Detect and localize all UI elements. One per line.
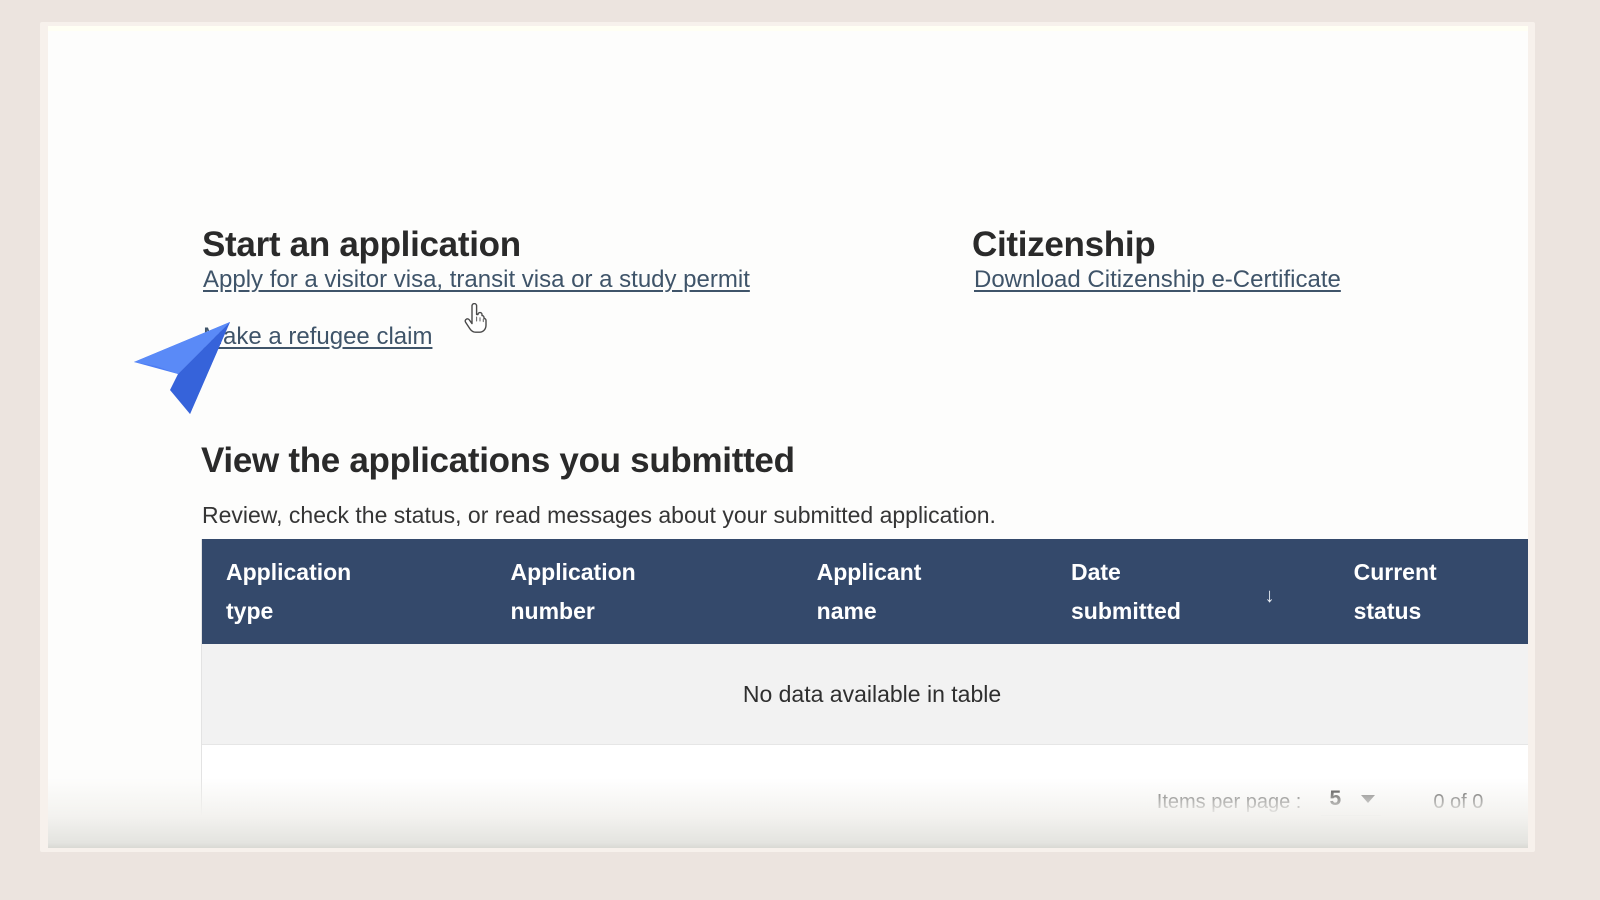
pagination-range-label: 0 of 0 <box>1433 790 1484 813</box>
sort-arrow-down-icon[interactable]: ↓ <box>1262 586 1278 614</box>
column-header-line1: Date <box>1070 558 1121 585</box>
column-header-applicant-name[interactable]: Applicant name <box>817 553 1071 631</box>
column-header-line2: number <box>510 597 595 624</box>
start-application-heading: Start an application <box>202 225 521 265</box>
submitted-applications-table: Application type Application number Appl… <box>201 539 1528 848</box>
pagination-controls: Items per page : 5 0 of 0 |◀ <box>1157 785 1528 819</box>
column-header-current-status[interactable]: Current status <box>1354 553 1528 631</box>
column-header-line2: status <box>1353 597 1422 624</box>
items-per-page-value: 5 <box>1329 787 1342 810</box>
no-data-message: No data available in table <box>742 680 1002 707</box>
column-header-application-number[interactable]: Application number <box>510 553 816 631</box>
view-applications-subtext: Review, check the status, or read messag… <box>202 502 996 528</box>
column-header-line1: Application <box>510 558 636 585</box>
items-per-page-label: Items per page : <box>1156 790 1302 813</box>
column-header-line2: name <box>816 597 877 624</box>
view-applications-heading: View the applications you submitted <box>201 441 795 481</box>
column-header-line1: Applicant <box>816 558 922 585</box>
column-header-line1: Application <box>226 558 352 585</box>
link-make-refugee-claim[interactable]: Make a refugee claim <box>203 323 432 351</box>
screenshot-viewport: Start an application Apply for a visitor… <box>0 0 1600 900</box>
items-per-page-select[interactable]: 5 <box>1321 787 1382 817</box>
column-header-application-type[interactable]: Application type <box>226 553 510 631</box>
table-empty-row: No data available in table <box>202 644 1528 745</box>
column-header-line2: type <box>226 597 274 624</box>
column-header-line2: submitted <box>1070 597 1181 624</box>
chevron-down-icon <box>1361 795 1376 803</box>
link-apply-visitor-visa[interactable]: Apply for a visitor visa, transit visa o… <box>203 266 750 294</box>
table-header-row: Application type Application number Appl… <box>202 539 1528 644</box>
table-footer: Items per page : 5 0 of 0 |◀ <box>202 745 1528 848</box>
browser-page-surface: Start an application Apply for a visitor… <box>48 26 1528 848</box>
pointing-hand-cursor <box>463 302 489 333</box>
link-download-citizenship-ecertificate[interactable]: Download Citizenship e-Certificate <box>974 266 1341 294</box>
citizenship-heading: Citizenship <box>972 225 1156 265</box>
column-header-date-submitted[interactable]: Date submitted ↓ <box>1071 553 1354 631</box>
column-header-line1: Current <box>1353 558 1437 585</box>
page-content: Start an application Apply for a visitor… <box>48 26 1528 848</box>
